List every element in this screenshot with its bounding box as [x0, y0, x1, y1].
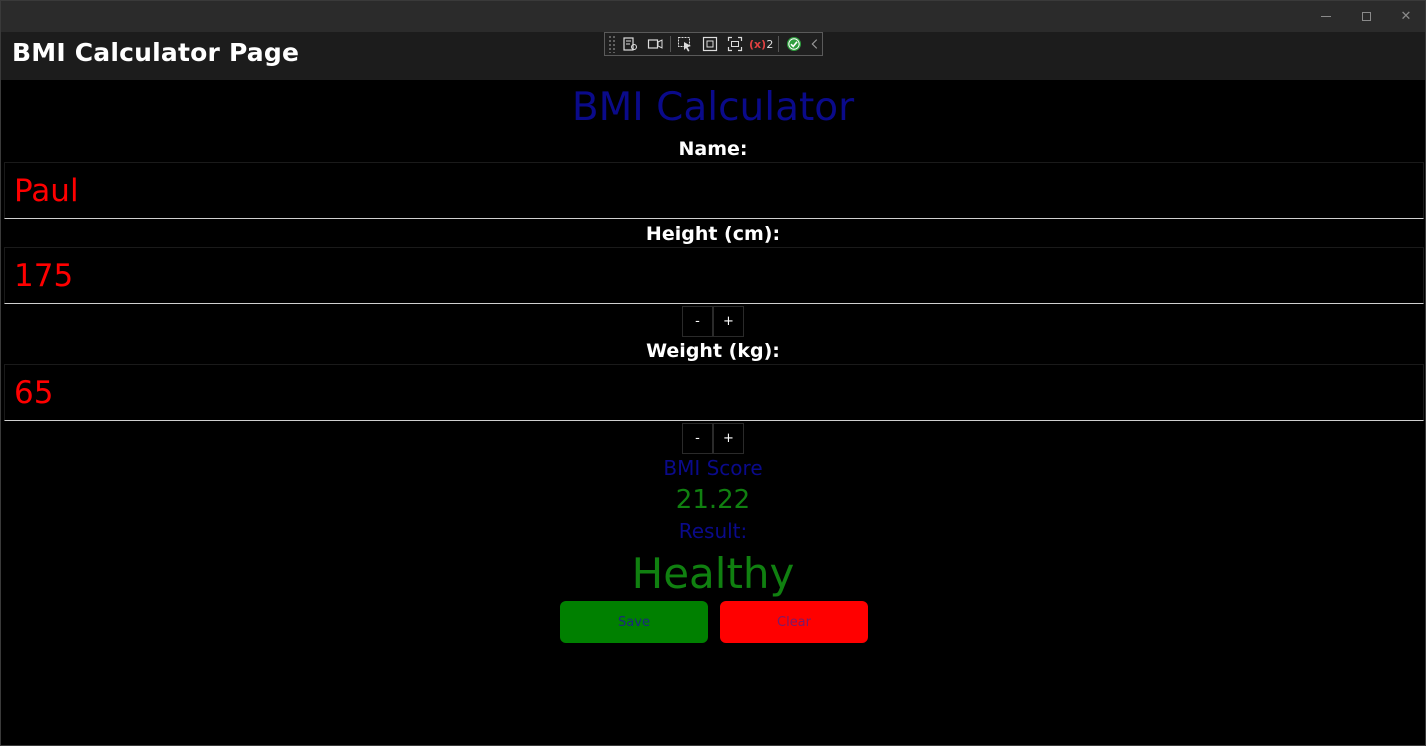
toolbar-separator [670, 36, 672, 52]
height-increment-button[interactable]: + [713, 306, 744, 337]
weight-input[interactable] [5, 365, 1423, 420]
window-titlebar[interactable]: ✕ [1, 1, 1425, 32]
page-title: BMI Calculator Page [12, 38, 300, 67]
hot-reload-status-icon[interactable] [783, 34, 804, 54]
height-stepper: - + [682, 306, 745, 337]
app-window: ✕ BMI Calculator Page (x) 2 BMI Calculat… [0, 0, 1426, 746]
weight-entry[interactable] [4, 364, 1424, 421]
result-value: Healthy [631, 549, 795, 598]
maximize-icon [1361, 12, 1371, 21]
track-focus-icon[interactable] [725, 34, 746, 54]
calculator-heading: BMI Calculator [571, 85, 855, 130]
toolbar-separator [778, 36, 780, 52]
bmi-score-value: 21.22 [675, 485, 751, 515]
bmi-score-label: BMI Score [663, 456, 763, 480]
name-label: Name: [678, 138, 748, 160]
close-button[interactable]: ✕ [1383, 1, 1426, 32]
weight-label: Weight (kg): [646, 340, 780, 362]
height-decrement-button[interactable]: - [682, 306, 713, 337]
result-label: Result: [678, 519, 748, 543]
xaml-debug-toolbar: (x) 2 [604, 32, 823, 56]
record-icon[interactable] [644, 34, 665, 54]
display-layout-adorners-icon[interactable] [700, 34, 721, 54]
collapse-chevron-icon[interactable] [808, 34, 822, 54]
clear-button[interactable]: Clear [720, 601, 868, 643]
save-button[interactable]: Save [560, 601, 708, 643]
live-visual-tree-icon[interactable] [620, 34, 641, 54]
name-input[interactable] [5, 163, 1423, 218]
close-icon: ✕ [1400, 9, 1412, 24]
binding-failures-icon[interactable]: (x) 2 [749, 34, 773, 54]
weight-stepper: - + [682, 423, 745, 454]
weight-increment-button[interactable]: + [713, 423, 744, 454]
minimize-icon [1321, 16, 1331, 17]
name-entry[interactable] [4, 162, 1424, 219]
binding-failures-count: 2 [766, 37, 774, 51]
height-label: Height (cm): [645, 223, 781, 245]
select-element-icon[interactable] [675, 34, 696, 54]
toolbar-grip[interactable] [608, 35, 616, 53]
height-entry[interactable] [4, 247, 1424, 304]
svg-text:(x): (x) [749, 38, 765, 51]
weight-decrement-button[interactable]: - [682, 423, 713, 454]
height-input[interactable] [5, 248, 1423, 303]
